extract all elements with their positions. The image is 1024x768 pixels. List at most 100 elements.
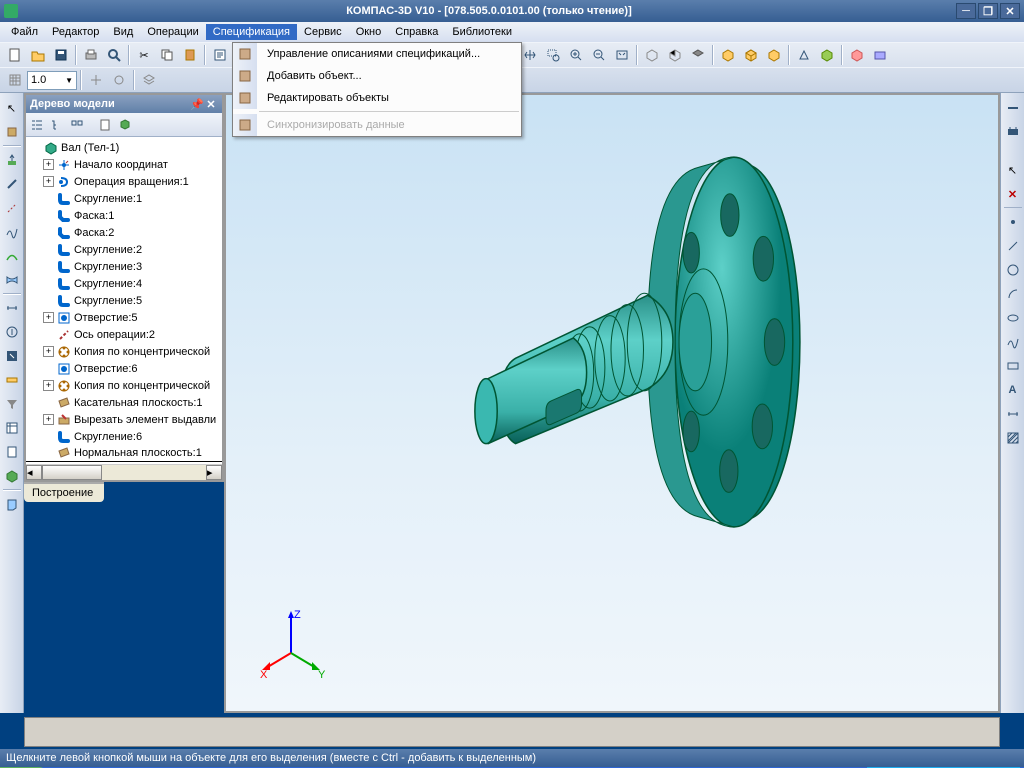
r-select-tool[interactable]: ↖ bbox=[1002, 159, 1024, 181]
tree-node[interactable]: Скругление:6 bbox=[26, 428, 222, 445]
tree-node[interactable]: Ось операции:2 bbox=[26, 326, 222, 343]
tree-expander-icon[interactable]: + bbox=[43, 312, 54, 323]
menu-Редактор[interactable]: Редактор bbox=[45, 24, 106, 40]
r-point-tool[interactable] bbox=[1002, 211, 1024, 233]
r-rect-tool[interactable] bbox=[1002, 355, 1024, 377]
section-button[interactable] bbox=[816, 44, 838, 66]
tree-node[interactable]: Отверстие:6 bbox=[26, 360, 222, 377]
r-spline2-tool[interactable] bbox=[1002, 331, 1024, 353]
simplify-button[interactable] bbox=[869, 44, 891, 66]
r-line-tool[interactable] bbox=[1002, 235, 1024, 257]
extrude-tool[interactable] bbox=[1, 149, 23, 171]
properties-button[interactable] bbox=[209, 44, 231, 66]
tree-node[interactable]: +Копия по концентрической bbox=[26, 343, 222, 360]
tree-node[interactable]: Скругление:3 bbox=[26, 258, 222, 275]
report-tool[interactable] bbox=[1, 441, 23, 463]
tree-expander-icon[interactable]: + bbox=[43, 159, 54, 170]
tree-node[interactable]: +Отверстие:5 bbox=[26, 309, 222, 326]
tree-doc-button[interactable] bbox=[96, 116, 114, 134]
perspective-button[interactable] bbox=[793, 44, 815, 66]
tree-view2-button[interactable] bbox=[48, 116, 66, 134]
snap-1-button[interactable] bbox=[85, 69, 107, 91]
filter-tool[interactable] bbox=[1, 393, 23, 415]
tree-node[interactable]: Касательная плоскость:1 bbox=[26, 394, 222, 411]
print-button[interactable] bbox=[80, 44, 102, 66]
menu-Справка[interactable]: Справка bbox=[388, 24, 445, 40]
tree-expander-icon[interactable]: + bbox=[43, 414, 54, 425]
zoom-in-button[interactable] bbox=[565, 44, 587, 66]
zoom-window-button[interactable] bbox=[542, 44, 564, 66]
tree-node[interactable]: Нормальная плоскость:1 bbox=[26, 445, 222, 462]
tree-view3-button[interactable] bbox=[68, 116, 86, 134]
tree-h-scrollbar[interactable]: ◂▸ bbox=[26, 464, 222, 480]
cut-button[interactable]: ✂ bbox=[133, 44, 155, 66]
preview-button[interactable] bbox=[103, 44, 125, 66]
sketch-tool[interactable] bbox=[1, 121, 23, 143]
bottom-property-panel[interactable] bbox=[24, 717, 1000, 747]
r-hatch-tool[interactable] bbox=[1002, 427, 1024, 449]
tree-node[interactable]: Фаска:2 bbox=[26, 224, 222, 241]
tree-node[interactable]: Вал (Тел-1) bbox=[26, 139, 222, 156]
shade-wireframe-button[interactable] bbox=[717, 44, 739, 66]
panel-pin-button[interactable]: 📌 bbox=[190, 97, 204, 111]
curve-tool[interactable] bbox=[1, 245, 23, 267]
menu-Операции[interactable]: Операции bbox=[140, 24, 205, 40]
r-tool-2[interactable] bbox=[1002, 121, 1024, 143]
panel-close-button[interactable]: ✕ bbox=[204, 97, 218, 111]
save-button[interactable] bbox=[50, 44, 72, 66]
tree-part-button[interactable] bbox=[116, 116, 134, 134]
r-dim-tool[interactable] bbox=[1002, 403, 1024, 425]
part-tool[interactable] bbox=[1, 465, 23, 487]
tree-expander-icon[interactable]: + bbox=[43, 380, 54, 391]
r-cancel-tool[interactable]: ✕ bbox=[1002, 183, 1024, 205]
open-button[interactable] bbox=[27, 44, 49, 66]
panel-tab-build[interactable]: Построение bbox=[24, 482, 104, 502]
line-tool[interactable] bbox=[1, 173, 23, 195]
tree-node[interactable]: Скругление:5 bbox=[26, 292, 222, 309]
menu-Окно[interactable]: Окно bbox=[349, 24, 389, 40]
shade-hidden-button[interactable] bbox=[740, 44, 762, 66]
spline-tool[interactable] bbox=[1, 221, 23, 243]
tree-expander-icon[interactable]: + bbox=[43, 176, 54, 187]
snap-2-button[interactable] bbox=[108, 69, 130, 91]
menu-item[interactable]: Редактировать объекты bbox=[233, 87, 521, 109]
view-top-button[interactable] bbox=[687, 44, 709, 66]
paste-button[interactable] bbox=[179, 44, 201, 66]
measure-tool[interactable] bbox=[1, 369, 23, 391]
tree-expander-icon[interactable]: + bbox=[43, 346, 54, 357]
r-text-tool[interactable]: A bbox=[1002, 379, 1024, 401]
view-iso-button[interactable] bbox=[641, 44, 663, 66]
tree-node[interactable]: +Операция вращения:1 bbox=[26, 173, 222, 190]
grid-button[interactable] bbox=[4, 69, 26, 91]
tree-view1-button[interactable] bbox=[28, 116, 46, 134]
r-arc-tool[interactable] bbox=[1002, 283, 1024, 305]
3d-viewport[interactable]: Z X Y bbox=[224, 93, 1000, 713]
shade-solid-button[interactable] bbox=[763, 44, 785, 66]
tree-node[interactable]: Фаска:1 bbox=[26, 207, 222, 224]
view-front-button[interactable] bbox=[664, 44, 686, 66]
edit-tool[interactable] bbox=[1, 345, 23, 367]
menu-Файл[interactable]: Файл bbox=[4, 24, 45, 40]
menu-Вид[interactable]: Вид bbox=[106, 24, 140, 40]
model-tree[interactable]: Вал (Тел-1)+Начало координат+Операция вр… bbox=[26, 137, 222, 464]
window-minimize-button[interactable]: ─ bbox=[956, 3, 976, 19]
tree-node[interactable]: +Вырезать элемент выдавли bbox=[26, 411, 222, 428]
menu-Спецификация[interactable]: Спецификация bbox=[206, 24, 297, 40]
menubar[interactable]: ФайлРедакторВидОперацииСпецификацияСерви… bbox=[0, 22, 1024, 42]
rebuild-button[interactable] bbox=[846, 44, 868, 66]
copy-button[interactable] bbox=[156, 44, 178, 66]
tree-node[interactable]: Скругление:2 bbox=[26, 241, 222, 258]
window-close-button[interactable]: ✕ bbox=[1000, 3, 1020, 19]
line-weight-input[interactable]: ▼ bbox=[27, 71, 77, 90]
tree-node[interactable]: Скругление:1 bbox=[26, 190, 222, 207]
tree-node[interactable]: +Начало координат bbox=[26, 156, 222, 173]
pan-button[interactable] bbox=[519, 44, 541, 66]
zoom-out-button[interactable] bbox=[588, 44, 610, 66]
r-tool-1[interactable] bbox=[1002, 97, 1024, 119]
tree-node[interactable]: Скругление:4 bbox=[26, 275, 222, 292]
menu-item[interactable]: Управление описаниями спецификаций... bbox=[233, 43, 521, 65]
spec-tool[interactable] bbox=[1, 417, 23, 439]
menu-Сервис[interactable]: Сервис bbox=[297, 24, 349, 40]
tree-node[interactable]: +Копия по концентрической bbox=[26, 377, 222, 394]
zoom-all-button[interactable] bbox=[611, 44, 633, 66]
